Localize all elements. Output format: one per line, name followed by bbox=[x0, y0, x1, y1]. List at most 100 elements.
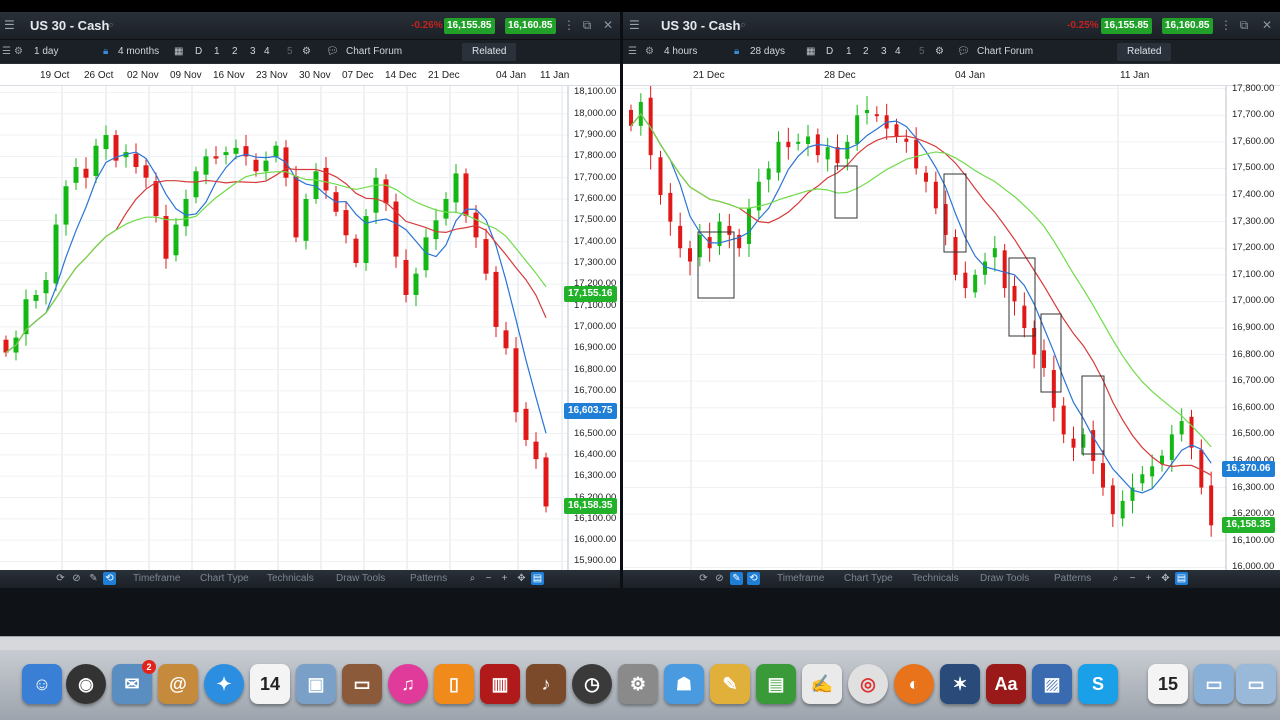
chart-type-menu[interactable]: Chart Type bbox=[844, 573, 893, 584]
zoom-4[interactable]: 4 bbox=[895, 46, 901, 57]
sell-price-button[interactable]: 16,155.85 bbox=[1101, 18, 1152, 34]
system-preferences-icon[interactable]: ⚙ bbox=[618, 664, 658, 704]
chart-forum-link[interactable]: Chart Forum bbox=[346, 46, 402, 57]
calendar-stack-icon[interactable]: 15 bbox=[1148, 664, 1188, 704]
calendar-icon[interactable]: ▦ bbox=[806, 46, 815, 57]
hamburger-menu-icon[interactable]: ☰ bbox=[629, 18, 643, 32]
chat-bubble-icon[interactable]: 💬︎ bbox=[957, 46, 970, 57]
search-icon[interactable]: ⌕ bbox=[740, 19, 746, 32]
zoom-d[interactable]: D bbox=[826, 46, 833, 57]
numbers-icon[interactable]: ▤ bbox=[756, 664, 796, 704]
zoom-in-icon[interactable]: + bbox=[498, 572, 511, 585]
candlestick-chart[interactable] bbox=[623, 86, 1280, 570]
lock-icon[interactable]: 🔒︎ bbox=[103, 46, 108, 57]
timeframe-menu[interactable]: Timeframe bbox=[777, 573, 824, 584]
resize-handle-icon[interactable]: ⋮ bbox=[1219, 18, 1233, 32]
skype-icon[interactable]: S bbox=[1078, 664, 1118, 704]
settings-gear-icon[interactable]: ⚙ bbox=[645, 46, 654, 57]
zoom-4[interactable]: 4 bbox=[264, 46, 270, 57]
draw-tools-menu[interactable]: Draw Tools bbox=[980, 573, 1029, 584]
resize-handle-icon[interactable]: ⋮ bbox=[562, 18, 576, 32]
related-button[interactable]: Related bbox=[462, 43, 517, 61]
time-machine-icon[interactable]: ◷ bbox=[572, 664, 612, 704]
settings-gear-icon[interactable]: ⚙ bbox=[935, 46, 944, 57]
pencil-icon[interactable]: ✎ bbox=[730, 572, 743, 585]
cursor-mode-icon[interactable]: ⟲ bbox=[103, 572, 116, 585]
chrome-icon[interactable]: ◎ bbox=[848, 664, 888, 704]
technicals-menu[interactable]: Technicals bbox=[267, 573, 314, 584]
close-icon[interactable]: ✕ bbox=[1260, 18, 1274, 32]
patterns-menu[interactable]: Patterns bbox=[1054, 573, 1091, 584]
finder-icon[interactable]: ☺ bbox=[22, 664, 62, 704]
interval-selector[interactable]: 1 day bbox=[34, 46, 58, 57]
draw-tools-menu[interactable]: Draw Tools bbox=[336, 573, 385, 584]
dictionary-icon[interactable]: Aa bbox=[986, 664, 1026, 704]
zoom-3[interactable]: 3 bbox=[881, 46, 887, 57]
calendar-app-icon[interactable]: 14 bbox=[250, 664, 290, 704]
timeframe-menu[interactable]: Timeframe bbox=[133, 573, 180, 584]
cursor-mode-icon[interactable]: ⟲ bbox=[747, 572, 760, 585]
mail-icon[interactable]: ✉ 2 bbox=[112, 660, 156, 704]
buy-price-button[interactable]: 16,160.85 bbox=[505, 18, 556, 34]
hamburger-menu-icon[interactable]: ☰ bbox=[4, 18, 18, 32]
photobooth-icon[interactable]: ▥ bbox=[480, 664, 520, 704]
firefox-icon[interactable]: ◐ bbox=[894, 664, 934, 704]
crosshair-icon[interactable]: ⊘ bbox=[713, 572, 726, 585]
keynote-stand-icon[interactable]: ☗ bbox=[664, 664, 704, 704]
zoom-in-icon[interactable]: + bbox=[1142, 572, 1155, 585]
refresh-icon[interactable]: ⟳ bbox=[697, 572, 710, 585]
related-button[interactable]: Related bbox=[1117, 43, 1172, 61]
zoom-5[interactable]: 5 bbox=[287, 46, 293, 57]
activity-monitor-icon[interactable]: ▨ bbox=[1032, 664, 1072, 704]
range-selector[interactable]: 4 months bbox=[118, 46, 159, 57]
buy-price-button[interactable]: 16,160.85 bbox=[1162, 18, 1213, 34]
garageband-icon[interactable]: ♪ bbox=[526, 664, 566, 704]
refresh-icon[interactable]: ⟳ bbox=[54, 572, 67, 585]
ibooks-icon[interactable]: ▯ bbox=[434, 664, 474, 704]
price-chart[interactable]: 18,100.00 18,000.00 17,900.00 17,800.00 17,7… bbox=[0, 86, 620, 570]
dashboard-icon[interactable]: ◉ bbox=[66, 664, 106, 704]
downloads-folder-icon[interactable]: ▭ bbox=[1194, 664, 1234, 704]
zoom-2[interactable]: 2 bbox=[232, 46, 238, 57]
patterns-menu[interactable]: Patterns bbox=[410, 573, 447, 584]
zoom-1[interactable]: 1 bbox=[846, 46, 852, 57]
move-icon[interactable]: ✥ bbox=[1159, 572, 1172, 585]
imovie-icon[interactable]: ✶ bbox=[940, 664, 980, 704]
chart-forum-link[interactable]: Chart Forum bbox=[977, 46, 1033, 57]
fit-chart-icon[interactable]: ▤ bbox=[531, 572, 544, 585]
photos-icon[interactable]: ▣ bbox=[296, 664, 336, 704]
calendar-icon[interactable]: ▦ bbox=[174, 46, 183, 57]
settings-gear-icon[interactable]: ⚙ bbox=[14, 46, 23, 57]
settings-gear-icon[interactable]: ⚙ bbox=[302, 46, 311, 57]
interval-selector[interactable]: 4 hours bbox=[664, 46, 697, 57]
textedit-icon[interactable]: ✍ bbox=[802, 664, 842, 704]
zoom-3[interactable]: 3 bbox=[250, 46, 256, 57]
zoom-search-icon[interactable]: ⌕ bbox=[1109, 572, 1122, 585]
candlestick-chart[interactable] bbox=[0, 86, 620, 570]
zoom-2[interactable]: 2 bbox=[863, 46, 869, 57]
fit-chart-icon[interactable]: ▤ bbox=[1175, 572, 1188, 585]
itunes-icon[interactable]: ♫ bbox=[388, 664, 428, 704]
zoom-out-icon[interactable]: − bbox=[1126, 572, 1139, 585]
move-icon[interactable]: ✥ bbox=[515, 572, 528, 585]
zoom-d[interactable]: D bbox=[195, 46, 202, 57]
keynote-icon[interactable]: ▭ bbox=[342, 664, 382, 704]
pages-icon[interactable]: ✎ bbox=[710, 664, 750, 704]
contacts-icon[interactable]: @ bbox=[158, 664, 198, 704]
list-icon[interactable]: ☰ bbox=[2, 46, 11, 57]
list-icon[interactable]: ☰ bbox=[628, 46, 637, 57]
zoom-search-icon[interactable]: ⌕ bbox=[466, 572, 479, 585]
price-chart[interactable]: 17,800.00 17,700.00 17,600.00 17,500.00 17,4… bbox=[623, 83, 1280, 572]
zoom-1[interactable]: 1 bbox=[214, 46, 220, 57]
technicals-menu[interactable]: Technicals bbox=[912, 573, 959, 584]
lock-icon[interactable]: 🔒︎ bbox=[734, 46, 739, 57]
close-icon[interactable]: ✕ bbox=[601, 18, 615, 32]
pencil-icon[interactable]: ✎ bbox=[87, 572, 100, 585]
crosshair-icon[interactable]: ⊘ bbox=[70, 572, 83, 585]
horizontal-scrollbar[interactable] bbox=[0, 636, 1280, 650]
sell-price-button[interactable]: 16,155.85 bbox=[444, 18, 495, 34]
zoom-out-icon[interactable]: − bbox=[482, 572, 495, 585]
trash-folder-icon[interactable]: ▭ bbox=[1236, 664, 1276, 704]
chat-bubble-icon[interactable]: 💬︎ bbox=[326, 46, 339, 57]
search-icon[interactable]: ⌕ bbox=[108, 19, 114, 32]
